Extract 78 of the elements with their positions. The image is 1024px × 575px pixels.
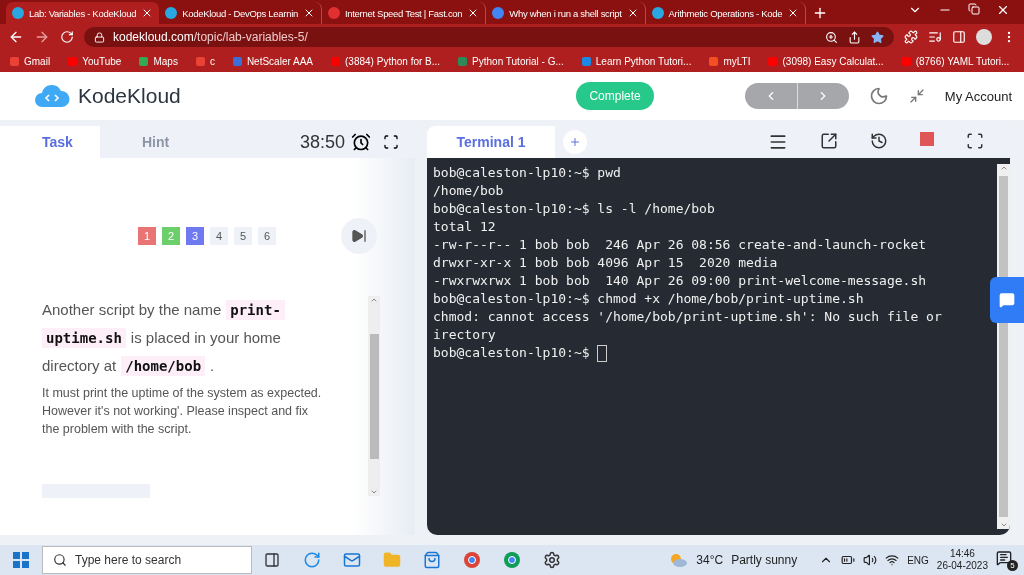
terminal-line: bob@caleston-lp10:~$ chmod +x /home/bob/print-uptime.sh bbox=[433, 290, 865, 308]
bookmark[interactable]: YouTube bbox=[68, 55, 122, 67]
lock-icon bbox=[94, 31, 105, 43]
restore-icon[interactable] bbox=[968, 2, 980, 15]
windows-logo-icon bbox=[13, 552, 29, 568]
skip-icon bbox=[351, 228, 367, 244]
terminal-line: bob@caleston-lp10:~$ bbox=[433, 344, 997, 362]
scroll-up-icon[interactable] bbox=[999, 164, 1008, 172]
terminal-line: total 12 bbox=[433, 218, 497, 236]
logo-text: KodeKloud bbox=[78, 84, 181, 108]
clock-text: 14:46 26-04-2023 bbox=[936, 548, 988, 572]
terminal-line: bob@caleston-lp10:~$ pwd bbox=[433, 164, 622, 182]
menu-icon[interactable] bbox=[768, 132, 788, 152]
timer-text: 38:50 bbox=[299, 131, 345, 153]
question-text: Another script by the name print- uptime.sh is placed in your home directory at /home/bob . bbox=[42, 296, 322, 380]
terminal-line: chmod: cannot access '/home/bob/print-uptime.sh': No such file or bbox=[433, 308, 943, 326]
reload-icon[interactable] bbox=[60, 30, 74, 44]
weather-text: Partly sunny bbox=[731, 553, 798, 567]
fullscreen-icon[interactable] bbox=[966, 132, 984, 152]
wifi-icon[interactable] bbox=[885, 553, 900, 567]
step-tab[interactable]: 6 bbox=[258, 227, 276, 245]
bookmark[interactable]: Maps bbox=[139, 55, 178, 67]
alarm-clock-icon bbox=[351, 132, 371, 152]
url-text: kodekloud.com/topic/lab-variables-5/ bbox=[113, 30, 308, 44]
search-icon bbox=[53, 553, 67, 567]
moon-icon[interactable] bbox=[868, 86, 889, 106]
scroll-down-icon[interactable] bbox=[999, 521, 1008, 529]
terminal-line: -rwxrwxrwx 1 bob bob 140 Apr 26 09:00 print-welcome-message.sh bbox=[433, 272, 928, 290]
bookmark[interactable]: c bbox=[195, 55, 215, 67]
skip-button[interactable] bbox=[341, 218, 377, 254]
avatar-icon[interactable] bbox=[976, 29, 992, 45]
panel-tab[interactable]: Task bbox=[0, 126, 100, 158]
chat-button[interactable] bbox=[990, 277, 1024, 323]
cloud-logo-icon bbox=[34, 83, 70, 109]
step-tab[interactable]: 3 bbox=[186, 227, 204, 245]
extensions-icon[interactable] bbox=[904, 30, 918, 44]
bookmark[interactable]: NetScaler AAA bbox=[232, 55, 314, 67]
side-panel-icon[interactable] bbox=[952, 30, 966, 44]
collapse-icon[interactable] bbox=[908, 88, 925, 104]
terminal-line: bob@caleston-lp10:~$ ls -l /home/bob bbox=[433, 200, 716, 218]
terminal-line: -rw-r--r-- 1 bob bob 246 Apr 26 08:56 create-and-launch-rocket bbox=[433, 236, 928, 254]
step-tab[interactable]: 5 bbox=[234, 227, 252, 245]
fullscreen-icon[interactable] bbox=[383, 134, 399, 150]
bookmark[interactable]: Gmail bbox=[10, 55, 51, 67]
back-icon[interactable] bbox=[8, 29, 24, 45]
temperature-text: 34°C bbox=[696, 553, 724, 567]
terminal-tab[interactable]: Terminal 1 bbox=[427, 126, 555, 158]
notification-icon bbox=[996, 549, 1012, 566]
step-tab[interactable]: 4 bbox=[210, 227, 228, 245]
browser-tab[interactable]: Lab: Variables - KodeKloud bbox=[6, 2, 160, 24]
scroll-up-icon[interactable] bbox=[370, 296, 378, 304]
external-link-icon[interactable] bbox=[820, 132, 838, 152]
volume-icon[interactable] bbox=[863, 553, 878, 567]
weather-icon bbox=[668, 551, 689, 569]
terminal-line: /home/bob bbox=[433, 182, 505, 200]
bookmark[interactable]: (3884) Python for B... bbox=[331, 55, 441, 67]
bookmark[interactable]: Learn Python Tutori... bbox=[581, 55, 692, 67]
notification-button[interactable]: 5 bbox=[996, 549, 1018, 571]
bookmark[interactable]: (8766) YAML Tutori... bbox=[901, 55, 1010, 67]
forward-icon[interactable] bbox=[34, 29, 50, 45]
star-icon[interactable] bbox=[871, 30, 884, 44]
terminal-line: irectory bbox=[433, 326, 497, 344]
scroll-down-icon[interactable] bbox=[370, 488, 378, 496]
taskbar-search-field[interactable]: Type here to search bbox=[42, 546, 252, 574]
bookmark[interactable]: (3098) Easy Calculat... bbox=[768, 55, 884, 67]
zoom-icon[interactable] bbox=[825, 30, 838, 44]
share-icon[interactable] bbox=[848, 30, 861, 44]
language-text: ENG bbox=[907, 554, 929, 566]
terminal-line: drwxr-xr-x 1 bob bob 4096 Apr 15 2020 media bbox=[433, 254, 779, 272]
chat-icon bbox=[999, 292, 1015, 308]
bookmark[interactable]: Python Tutorial - G... bbox=[458, 55, 564, 67]
bookmark[interactable]: myLTI bbox=[709, 55, 751, 67]
scroll-thumb[interactable] bbox=[369, 333, 379, 459]
battery-icon bbox=[841, 553, 856, 567]
account-link[interactable]: My Account bbox=[944, 88, 1012, 104]
instruction-text: It must print the uptime of the system as expected. However it's not working'. Please inspect and fix the problem with the script. bbox=[42, 385, 322, 438]
media-icon[interactable] bbox=[928, 30, 942, 44]
address-field[interactable]: kodekloud.com/topic/lab-variables-5/ bbox=[84, 27, 894, 47]
